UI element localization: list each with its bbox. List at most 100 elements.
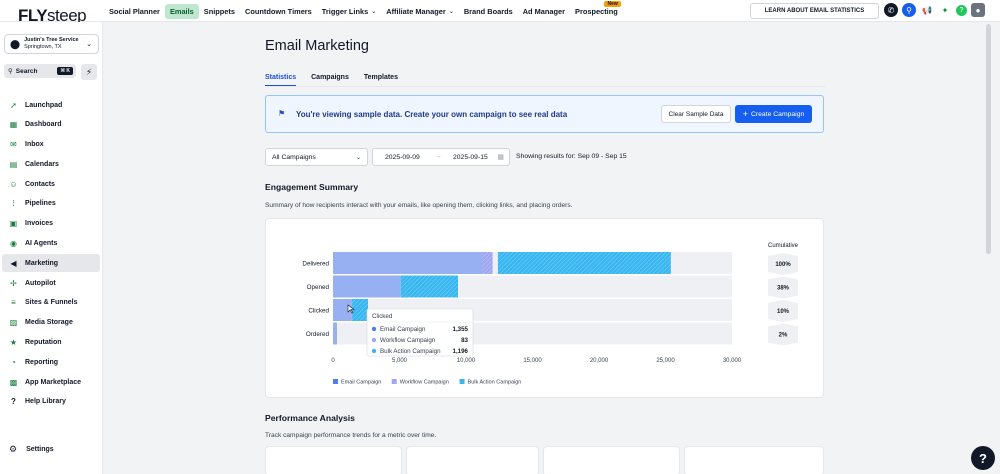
invoice-icon: ▣ xyxy=(9,219,18,229)
sidebar-item-label: Pipelines xyxy=(25,200,56,208)
nav-item-social-planner[interactable]: Social Planner xyxy=(104,4,165,19)
tooltip-series-name: Email Campaign xyxy=(380,326,426,333)
bar-segment xyxy=(497,252,671,274)
main-content: Email Marketing Statistics Campaigns Templ… xyxy=(103,22,987,474)
sidebar-item-reporting[interactable]: ◔ Reporting xyxy=(2,353,100,371)
megaphone-icon: ◀ xyxy=(10,258,17,268)
sidebar-item-invoices[interactable]: ▣ Invoices xyxy=(2,215,100,233)
phone-icon[interactable]: ✆ xyxy=(884,3,898,17)
sidebar-menu: ➚ Launchpad ▦ Dashboard ✉ Inbox ▤ Calendars ☺ Con… xyxy=(2,96,100,413)
tooltip-series-value: 1,196 xyxy=(453,348,469,355)
sidebar-item-ai-agents[interactable]: ◉ AI Agents xyxy=(2,235,100,253)
nav-item-countdown-timers[interactable]: Countdown Timers xyxy=(240,4,317,19)
bar-segment xyxy=(400,275,459,298)
cumulative-value: 100% xyxy=(775,262,791,268)
help-button[interactable]: ? xyxy=(971,446,995,470)
engagement-summary-title: Engagement Summary xyxy=(265,182,359,192)
sidebar-item-reputation[interactable]: ★ Reputation xyxy=(2,334,100,352)
search-button[interactable]: ⚲ Search ⌘ K xyxy=(4,64,76,78)
x-tick-label: 30,000 xyxy=(723,358,742,364)
gear-icon: ⚙ xyxy=(9,444,18,454)
sidebar-item-marketing[interactable]: ◀ Marketing xyxy=(2,254,100,273)
ai-agent-icon: ◉ xyxy=(10,239,17,249)
nav-item-label: Ad Manager xyxy=(522,6,566,16)
sidebar-item-autopilot[interactable]: ✢ Autopilot xyxy=(2,274,100,292)
engagement-chart: Delivered 100% Opened 38% Clicked 10% Ordered 2… xyxy=(302,243,798,386)
clear-sample-data-button[interactable]: Clear Sample Data xyxy=(661,105,731,123)
sidebar-item-label: Help Library xyxy=(25,398,66,406)
metric-card[interactable] xyxy=(406,446,539,474)
legend-swatch xyxy=(391,379,397,384)
nav-item-ad-manager[interactable]: Ad Manager xyxy=(518,4,570,19)
nav-item-affiliate-manager[interactable]: Affiliate Manager ⌄ xyxy=(381,4,459,19)
marketplace-icon: ▩ xyxy=(9,377,18,387)
link-icon[interactable]: ⚲ xyxy=(902,3,916,17)
autopilot-icon: ✢ xyxy=(10,278,17,288)
bar-segment xyxy=(481,252,493,274)
sidebar-item-settings[interactable]: ⚙ Settings xyxy=(9,444,54,455)
category-label: Ordered xyxy=(306,331,330,338)
nav-item-label: Countdown Timers xyxy=(245,6,312,16)
x-tick-label: 25,000 xyxy=(656,358,675,364)
sidebar-item-calendars[interactable]: ▤ Calendars xyxy=(2,155,100,173)
location-switcher[interactable]: ⬤ Justin's Tree Service Springtown, TX ⌄ xyxy=(4,34,99,54)
metric-card[interactable] xyxy=(543,446,680,474)
tabs-divider xyxy=(265,86,825,87)
learn-email-statistics-button[interactable]: LEARN ABOUT EMAIL STATISTICS xyxy=(750,3,879,19)
nav-item-prospecting[interactable]: Prospecting New xyxy=(570,0,623,19)
calendar-icon: ▦ xyxy=(497,154,504,161)
sidebar-item-label: Launchpad xyxy=(25,101,63,109)
cumulative-value: 10% xyxy=(777,309,790,315)
sidebar-item-inbox[interactable]: ✉ Inbox xyxy=(2,136,100,154)
cumulative-value: 38% xyxy=(777,286,790,292)
campaign-select[interactable]: All Campaigns ⌄ xyxy=(265,148,368,166)
announcement-icon[interactable]: 📢 xyxy=(920,3,934,17)
sidebar-item-launchpad[interactable]: ➚ Launchpad xyxy=(2,96,100,114)
rocket-icon: ➚ xyxy=(10,100,17,110)
top-bar: FLYsteep Social Planner Emails Snippets Cou… xyxy=(0,0,1000,25)
sidebar-item-label: Invoices xyxy=(25,220,54,228)
quick-actions-button[interactable]: ⚡ xyxy=(81,64,97,80)
sidebar-item-media-storage[interactable]: ▨ Media Storage xyxy=(2,314,100,332)
settings-label: Settings xyxy=(26,446,54,453)
nav-item-brand-boards[interactable]: Brand Boards xyxy=(459,4,518,19)
sidebar-item-app-marketplace[interactable]: ▩ App Marketplace xyxy=(2,373,100,391)
new-badge: New xyxy=(604,0,621,7)
help-circle-icon[interactable]: ? xyxy=(956,4,967,16)
legend-swatch xyxy=(333,379,338,384)
tooltip-series-value: 1,355 xyxy=(453,326,469,333)
sidebar-item-pipelines[interactable]: ⫶ Pipelines xyxy=(2,195,100,213)
bar-segment xyxy=(333,252,482,274)
nav-item-trigger-links[interactable]: Trigger Links ⌄ xyxy=(317,4,381,19)
sidebar-item-label: Calendars xyxy=(25,160,59,168)
x-tick-label: 10,000 xyxy=(457,358,476,364)
sidebar-item-help-library[interactable]: ? Help Library xyxy=(2,393,100,411)
top-nav: Social Planner Emails Snippets Countdown Ti… xyxy=(104,0,623,22)
engagement-summary-subtitle: Summary of how recipients interact with … xyxy=(265,202,573,209)
nav-item-snippets[interactable]: Snippets xyxy=(199,4,240,19)
bar-segment xyxy=(352,299,369,321)
sidebar-item-sites-funnels[interactable]: ≡ Sites & Funnels xyxy=(2,294,100,312)
page-title: Email Marketing xyxy=(265,38,369,54)
avatar[interactable]: ● xyxy=(971,3,985,17)
notifications-icon[interactable]: ✦ xyxy=(938,3,952,17)
star-icon: ★ xyxy=(9,338,18,348)
category-label: Clicked xyxy=(308,308,329,315)
sidebar-item-label: Marketing xyxy=(25,259,59,267)
sidebar-item-dashboard[interactable]: ▦ Dashboard xyxy=(2,116,100,134)
search-label: Search xyxy=(15,67,38,75)
legend-label: Bulk Action Campaign xyxy=(468,380,522,386)
metric-card[interactable] xyxy=(265,446,402,474)
x-tick-label: 5,000 xyxy=(392,358,408,364)
calendar-icon: ▤ xyxy=(9,159,18,169)
banner-text: You're viewing sample data. Create your … xyxy=(296,110,568,119)
sidebar-item-label: Autopilot xyxy=(25,279,56,287)
metric-card[interactable] xyxy=(684,446,824,474)
nav-item-label: Affiliate Manager xyxy=(386,6,446,16)
sidebar-item-contacts[interactable]: ☺ Contacts xyxy=(2,175,100,193)
date-range-picker[interactable]: 2025-09-09 → 2025-09-15 ▦ xyxy=(372,148,510,166)
nav-item-emails[interactable]: Emails xyxy=(164,3,199,19)
scrollbar[interactable] xyxy=(986,24,991,254)
bolt-icon: ⚡ xyxy=(85,66,93,77)
create-campaign-button[interactable]: + Create Campaign xyxy=(735,105,812,123)
